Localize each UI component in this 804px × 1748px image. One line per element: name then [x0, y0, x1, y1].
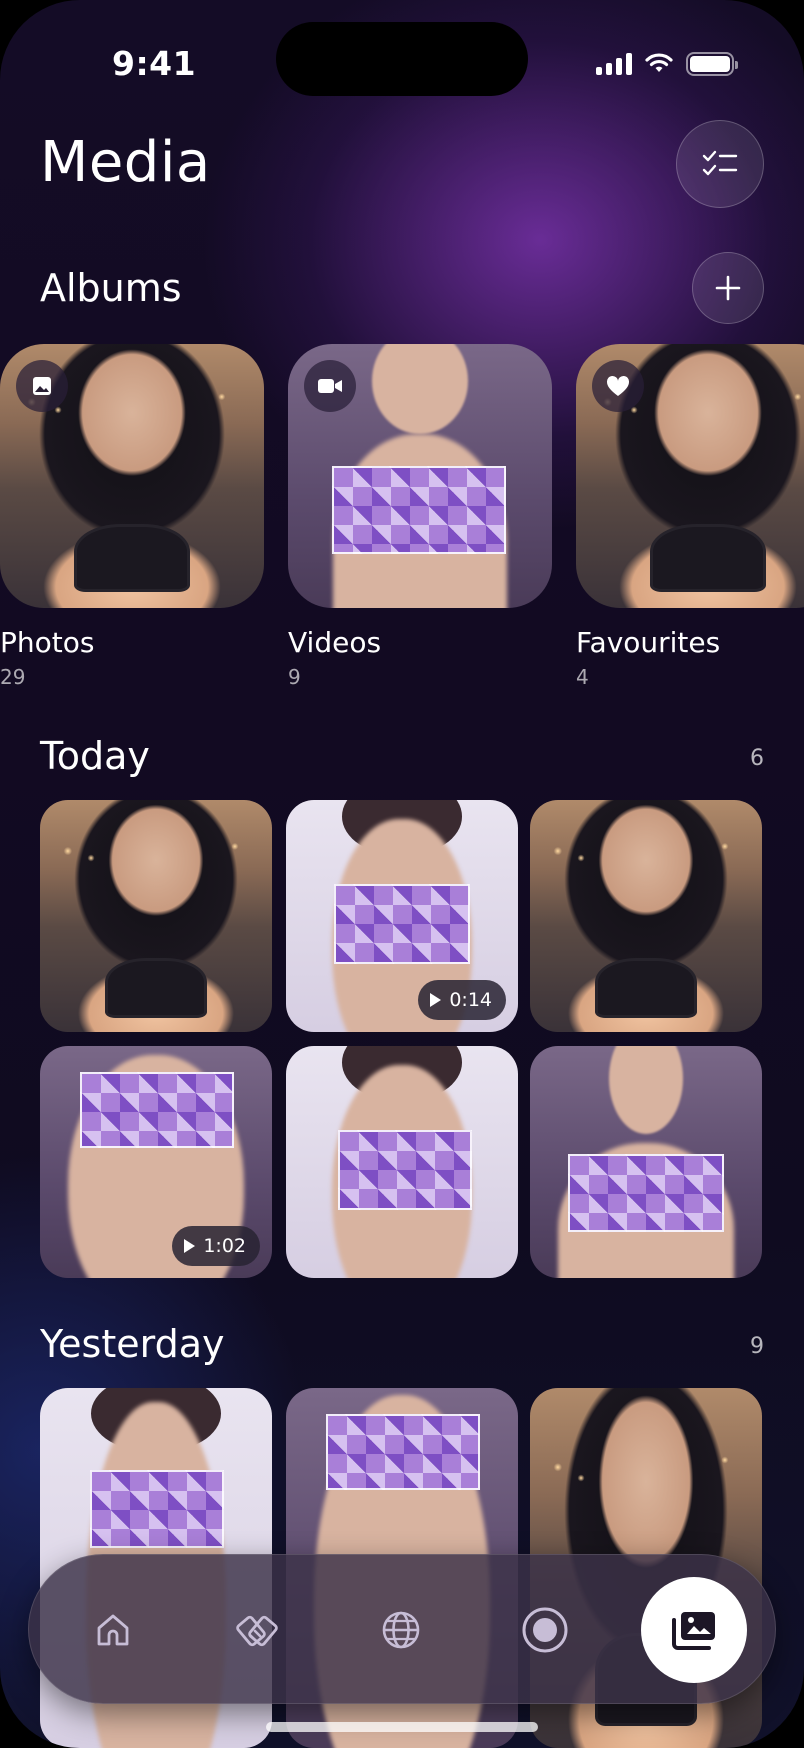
- media-item[interactable]: [40, 800, 272, 1032]
- media-item[interactable]: [286, 1046, 518, 1278]
- duration-label: 1:02: [203, 1235, 246, 1257]
- battery-icon: [686, 52, 738, 76]
- page-title: Media: [40, 130, 211, 195]
- album-thumbnail: [288, 344, 552, 608]
- image-icon: [33, 377, 51, 395]
- album-name: Videos: [288, 626, 382, 659]
- video-camera-icon: [318, 379, 342, 393]
- dynamic-island: [276, 22, 528, 96]
- cellular-signal-icon: [596, 53, 632, 75]
- video-duration: 1:02: [172, 1226, 260, 1266]
- tab-home[interactable]: [73, 1590, 153, 1670]
- album-photos[interactable]: Photos 29: [0, 344, 264, 689]
- select-button[interactable]: [676, 120, 764, 208]
- album-badge: [592, 360, 644, 412]
- album-count: 4: [576, 665, 589, 689]
- home-icon: [97, 1614, 129, 1646]
- duration-label: 0:14: [449, 989, 492, 1011]
- album-count: 29: [0, 665, 26, 689]
- today-title: Today: [40, 734, 150, 778]
- media-item[interactable]: [530, 800, 762, 1032]
- album-name: Photos: [0, 626, 95, 659]
- wifi-icon: [645, 53, 673, 72]
- media-item[interactable]: [530, 1046, 762, 1278]
- album-videos[interactable]: Videos 9: [288, 344, 552, 689]
- yesterday-count: 9: [750, 1334, 764, 1359]
- album-name: Favourites: [576, 626, 721, 659]
- plus-icon: [715, 275, 741, 301]
- album-count: 9: [288, 665, 301, 689]
- album-thumbnail: [576, 344, 804, 608]
- tab-media[interactable]: [641, 1577, 747, 1683]
- yesterday-title: Yesterday: [40, 1322, 225, 1366]
- today-count: 6: [750, 746, 764, 771]
- checklist-icon: [702, 150, 738, 176]
- play-icon: [430, 993, 442, 1007]
- tab-explore[interactable]: [361, 1590, 441, 1670]
- album-favourites[interactable]: Favourites 4: [576, 344, 804, 689]
- status-time: 9:41: [112, 44, 197, 83]
- video-duration: 0:14: [418, 980, 506, 1020]
- media-screen: 9:41 Media Albums Photos 29 Videos 9 Fav…: [0, 0, 804, 1748]
- globe-icon: [382, 1611, 420, 1649]
- media-item-video[interactable]: 0:14: [286, 800, 518, 1032]
- tab-connect[interactable]: [217, 1590, 297, 1670]
- home-indicator: [266, 1722, 538, 1732]
- tab-bar: [28, 1554, 776, 1704]
- tab-record[interactable]: [505, 1590, 585, 1670]
- heart-icon: [606, 375, 630, 396]
- album-badge: [16, 360, 68, 412]
- status-icons: [596, 52, 738, 76]
- media-library-icon: [672, 1612, 715, 1650]
- add-album-button[interactable]: [692, 252, 764, 324]
- media-item-video[interactable]: 1:02: [40, 1046, 272, 1278]
- record-icon: [522, 1607, 568, 1653]
- albums-title: Albums: [40, 266, 182, 310]
- album-badge: [304, 360, 356, 412]
- play-icon: [184, 1239, 196, 1253]
- album-thumbnail: [0, 344, 264, 608]
- handshake-icon: [236, 1615, 278, 1647]
